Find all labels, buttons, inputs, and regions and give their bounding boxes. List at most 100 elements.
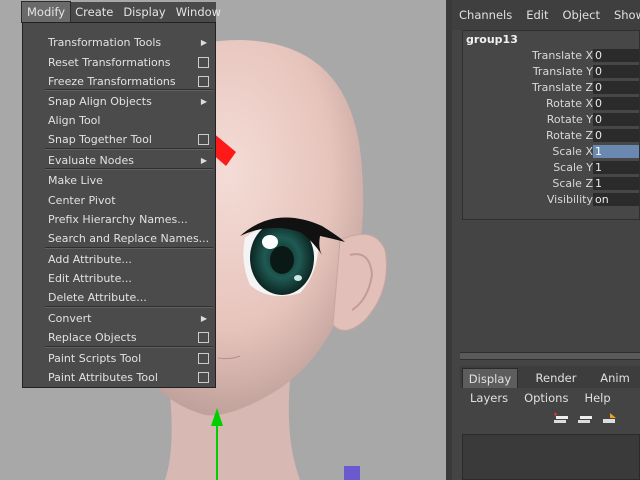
viewport-menubar: Modify Create Display Window bbox=[20, 1, 221, 23]
tab-render[interactable]: Render bbox=[526, 368, 586, 388]
channel-value-field[interactable]: 1 bbox=[593, 177, 639, 190]
channel-value-field[interactable]: 0 bbox=[593, 49, 639, 62]
channel-value-field[interactable]: 0 bbox=[593, 65, 639, 78]
menu-separator bbox=[45, 306, 213, 308]
layers-menu[interactable]: Layers bbox=[460, 391, 514, 405]
menu-item-label: Replace Objects bbox=[48, 331, 137, 344]
channel-row-scale-z[interactable]: Scale Z1 bbox=[463, 176, 639, 191]
channel-value-field[interactable]: 0 bbox=[593, 81, 639, 94]
menu-item-add-attribute[interactable]: Add Attribute... bbox=[23, 250, 215, 269]
menubar-item-create[interactable]: Create bbox=[70, 2, 118, 22]
option-box-icon[interactable] bbox=[198, 332, 209, 343]
channel-label[interactable]: Scale X bbox=[552, 144, 593, 159]
menu-item-label: Paint Scripts Tool bbox=[48, 352, 142, 365]
menu-item-label: Convert bbox=[48, 312, 92, 325]
channel-row-visibility[interactable]: Visibility on bbox=[463, 192, 639, 207]
help-menu[interactable]: Help bbox=[574, 391, 616, 405]
menu-item-label: Snap Align Objects bbox=[48, 95, 152, 108]
menu-item-label: Freeze Transformations bbox=[48, 75, 176, 88]
menu-item-label: Search and Replace Names... bbox=[48, 232, 210, 245]
menu-item-label: Paint Attributes Tool bbox=[48, 371, 158, 384]
channel-label[interactable]: Translate X bbox=[532, 48, 593, 63]
menubar-item-window[interactable]: Window bbox=[171, 2, 226, 22]
menu-item-transformation-tools[interactable]: Transformation Tools ▶ bbox=[23, 33, 215, 52]
menu-item-label: Prefix Hierarchy Names... bbox=[48, 213, 188, 226]
option-box-icon[interactable] bbox=[198, 57, 209, 68]
menu-item-delete-attribute[interactable]: Delete Attribute... bbox=[23, 288, 215, 307]
options-menu[interactable]: Options bbox=[514, 391, 574, 405]
channel-label[interactable]: Scale Z bbox=[552, 176, 593, 191]
object-name[interactable]: group13 bbox=[466, 33, 518, 46]
channel-row-rotate-x[interactable]: Rotate X0 bbox=[463, 96, 639, 111]
channel-value-field[interactable]: 0 bbox=[593, 97, 639, 110]
edit-menu[interactable]: Edit bbox=[519, 8, 555, 22]
channel-value-field[interactable]: 1 bbox=[593, 161, 639, 174]
channel-label[interactable]: Rotate X bbox=[546, 96, 593, 111]
menu-separator bbox=[45, 247, 213, 249]
channels-menu[interactable]: Channels bbox=[452, 8, 519, 22]
menu-item-label: Evaluate Nodes bbox=[48, 154, 134, 167]
submenu-arrow-icon: ▶ bbox=[200, 314, 207, 323]
channel-row-translate-z[interactable]: Translate Z0 bbox=[463, 80, 639, 95]
menu-item-label: Make Live bbox=[48, 174, 103, 187]
menubar-item-modify[interactable]: Modify bbox=[20, 1, 72, 23]
menu-item-center-pivot[interactable]: Center Pivot bbox=[23, 191, 215, 210]
option-box-icon[interactable] bbox=[198, 76, 209, 87]
menu-separator bbox=[45, 89, 213, 91]
show-menu[interactable]: Show bbox=[607, 8, 640, 22]
menu-item-align-tool[interactable]: Align Tool bbox=[23, 111, 215, 130]
menu-item-edit-attribute[interactable]: Edit Attribute... bbox=[23, 269, 215, 288]
new-layer-icon[interactable] bbox=[552, 411, 570, 429]
menu-item-label: Align Tool bbox=[48, 114, 101, 127]
menu-item-prefix-hierarchy-names[interactable]: Prefix Hierarchy Names... bbox=[23, 210, 215, 229]
right-panel: Channels Edit Object Show group13 Transl… bbox=[452, 0, 640, 480]
menu-item-label: Center Pivot bbox=[48, 194, 116, 207]
option-box-icon[interactable] bbox=[198, 134, 209, 145]
object-menu[interactable]: Object bbox=[556, 8, 607, 22]
menu-item-paint-attributes-tool[interactable]: Paint Attributes Tool bbox=[23, 368, 215, 387]
channel-label[interactable]: Visibility bbox=[547, 192, 593, 207]
menu-item-label: Reset Transformations bbox=[48, 56, 171, 69]
submenu-arrow-icon: ▶ bbox=[200, 38, 207, 47]
menu-item-label: Snap Together Tool bbox=[48, 133, 152, 146]
menu-item-snap-align-objects[interactable]: Snap Align Objects ▶ bbox=[23, 92, 215, 111]
channel-row-translate-y[interactable]: Translate Y0 bbox=[463, 64, 639, 79]
channel-value-field[interactable]: 1 bbox=[593, 145, 639, 158]
menu-item-search-and-replace-names[interactable]: Search and Replace Names... bbox=[23, 229, 215, 248]
channel-row-rotate-y[interactable]: Rotate Y0 bbox=[463, 112, 639, 127]
menu-item-make-live[interactable]: Make Live bbox=[23, 171, 215, 190]
channel-label[interactable]: Translate Z bbox=[532, 80, 593, 95]
channel-label[interactable]: Scale Y bbox=[553, 160, 593, 175]
layer-list[interactable] bbox=[462, 434, 640, 480]
menu-item-convert[interactable]: Convert ▶ bbox=[23, 309, 215, 328]
menu-item-paint-scripts-tool[interactable]: Paint Scripts Tool bbox=[23, 349, 215, 368]
modify-menu: Transformation Tools ▶ Reset Transformatio… bbox=[22, 22, 216, 388]
menu-separator bbox=[45, 346, 213, 348]
channel-box: group13 Translate X 0 Translate Y 0 Translat… bbox=[462, 30, 640, 220]
menu-item-snap-together-tool[interactable]: Snap Together Tool bbox=[23, 130, 215, 149]
panel-splitter[interactable] bbox=[460, 352, 640, 360]
channel-row-translate-x[interactable]: Translate X0 bbox=[463, 48, 639, 63]
new-layer-options-icon[interactable] bbox=[600, 411, 618, 429]
menu-item-replace-objects[interactable]: Replace Objects bbox=[23, 328, 215, 347]
option-box-icon[interactable] bbox=[198, 372, 209, 383]
channel-value-field[interactable]: 0 bbox=[593, 113, 639, 126]
menubar-item-display[interactable]: Display bbox=[118, 2, 170, 22]
menu-separator bbox=[45, 168, 213, 170]
channel-row-scale-x[interactable]: Scale X1 bbox=[463, 144, 639, 159]
tab-anim[interactable]: Anim bbox=[592, 368, 638, 388]
option-box-icon[interactable] bbox=[198, 353, 209, 364]
layer-editor-toolbar bbox=[552, 411, 618, 431]
ear-mesh bbox=[332, 233, 387, 331]
channel-label[interactable]: Rotate Z bbox=[546, 128, 593, 143]
tab-display[interactable]: Display bbox=[462, 368, 518, 388]
channel-value-field[interactable]: on bbox=[593, 193, 639, 206]
channel-row-scale-y[interactable]: Scale Y1 bbox=[463, 160, 639, 175]
menu-item-reset-transformations[interactable]: Reset Transformations bbox=[23, 53, 215, 72]
channel-row-rotate-z[interactable]: Rotate Z0 bbox=[463, 128, 639, 143]
menu-item-label: Edit Attribute... bbox=[48, 272, 132, 285]
channel-label[interactable]: Translate Y bbox=[533, 64, 593, 79]
channel-label[interactable]: Rotate Y bbox=[547, 112, 593, 127]
channel-value-field[interactable]: 0 bbox=[593, 129, 639, 142]
new-layer-selected-icon[interactable] bbox=[576, 411, 594, 429]
